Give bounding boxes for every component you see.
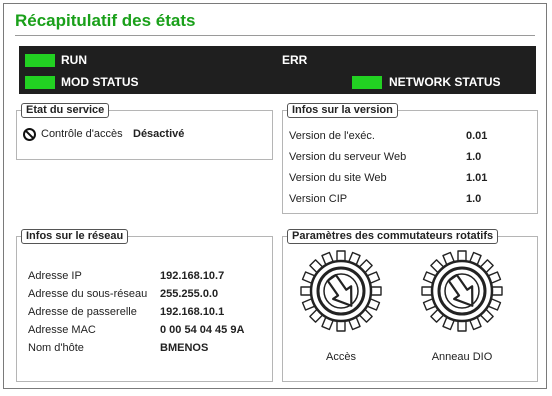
version-row-label: Version CIP: [289, 193, 348, 205]
network-row-value: 192.168.10.1: [160, 306, 225, 318]
rotary-switch-icon: [421, 250, 503, 332]
network-row-value: 0 00 54 04 45 9A: [160, 324, 245, 336]
disabled-icon: [23, 128, 36, 141]
access-control-value: Désactivé: [133, 128, 185, 140]
run-led-indicator: [25, 54, 55, 67]
version-row-value: 1.01: [466, 172, 488, 184]
network-row-label: Adresse MAC: [28, 324, 96, 336]
version-row-label: Version du serveur Web: [289, 151, 407, 163]
dio-ring-switch-label: Anneau DIO: [431, 351, 493, 363]
network-row-label: Adresse IP: [28, 270, 82, 282]
rotary-switch-icon: [300, 250, 382, 332]
access-switch-label: Accès: [326, 351, 356, 363]
version-info-title: Infos sur la version: [287, 103, 398, 118]
version-row-value: 0.01: [466, 130, 488, 142]
network-row-value: 255.255.0.0: [160, 288, 219, 300]
version-row-value: 1.0: [466, 151, 482, 163]
network-row-value: BMENOS: [160, 342, 209, 354]
rotary-switch-panel: Paramètres des commutateurs rotatifs Acc…: [282, 229, 538, 382]
page-title: Récapitulatif des états: [15, 11, 196, 30]
network-row-label: Adresse de passerelle: [28, 306, 137, 318]
version-row-value: 1.0: [466, 193, 482, 205]
rotary-switch-title: Paramètres des commutateurs rotatifs: [287, 229, 499, 244]
network-row-label: Nom d'hôte: [28, 342, 84, 354]
status-bar: RUN ERR MOD STATUS NETWORK STATUS: [19, 46, 536, 94]
network-row-label: Adresse du sous-réseau: [28, 288, 148, 300]
title-divider: [15, 35, 535, 36]
mod-status-led-indicator: [25, 76, 55, 89]
network-row-value: 192.168.10.7: [160, 270, 225, 282]
service-status-panel: Etat du service Contrôle d'accès Désacti…: [16, 103, 273, 160]
version-info-panel: Infos sur la version Version de l'exéc. …: [282, 103, 538, 214]
network-status-label: NETWORK STATUS: [389, 75, 501, 89]
mod-status-label: MOD STATUS: [61, 75, 139, 89]
service-status-title: Etat du service: [21, 103, 110, 118]
run-label: RUN: [61, 53, 87, 67]
status-summary-window: Récapitulatif des états RUN ERR MOD STAT…: [3, 3, 547, 389]
err-label: ERR: [282, 53, 308, 67]
network-info-title: Infos sur le réseau: [21, 229, 129, 244]
network-status-led-indicator: [352, 76, 382, 89]
network-info-panel: Infos sur le réseau Adresse IP 192.168.1…: [16, 229, 273, 382]
access-control-label: Contrôle d'accès: [41, 128, 123, 140]
version-row-label: Version du site Web: [289, 172, 387, 184]
version-row-label: Version de l'exéc.: [289, 130, 375, 142]
